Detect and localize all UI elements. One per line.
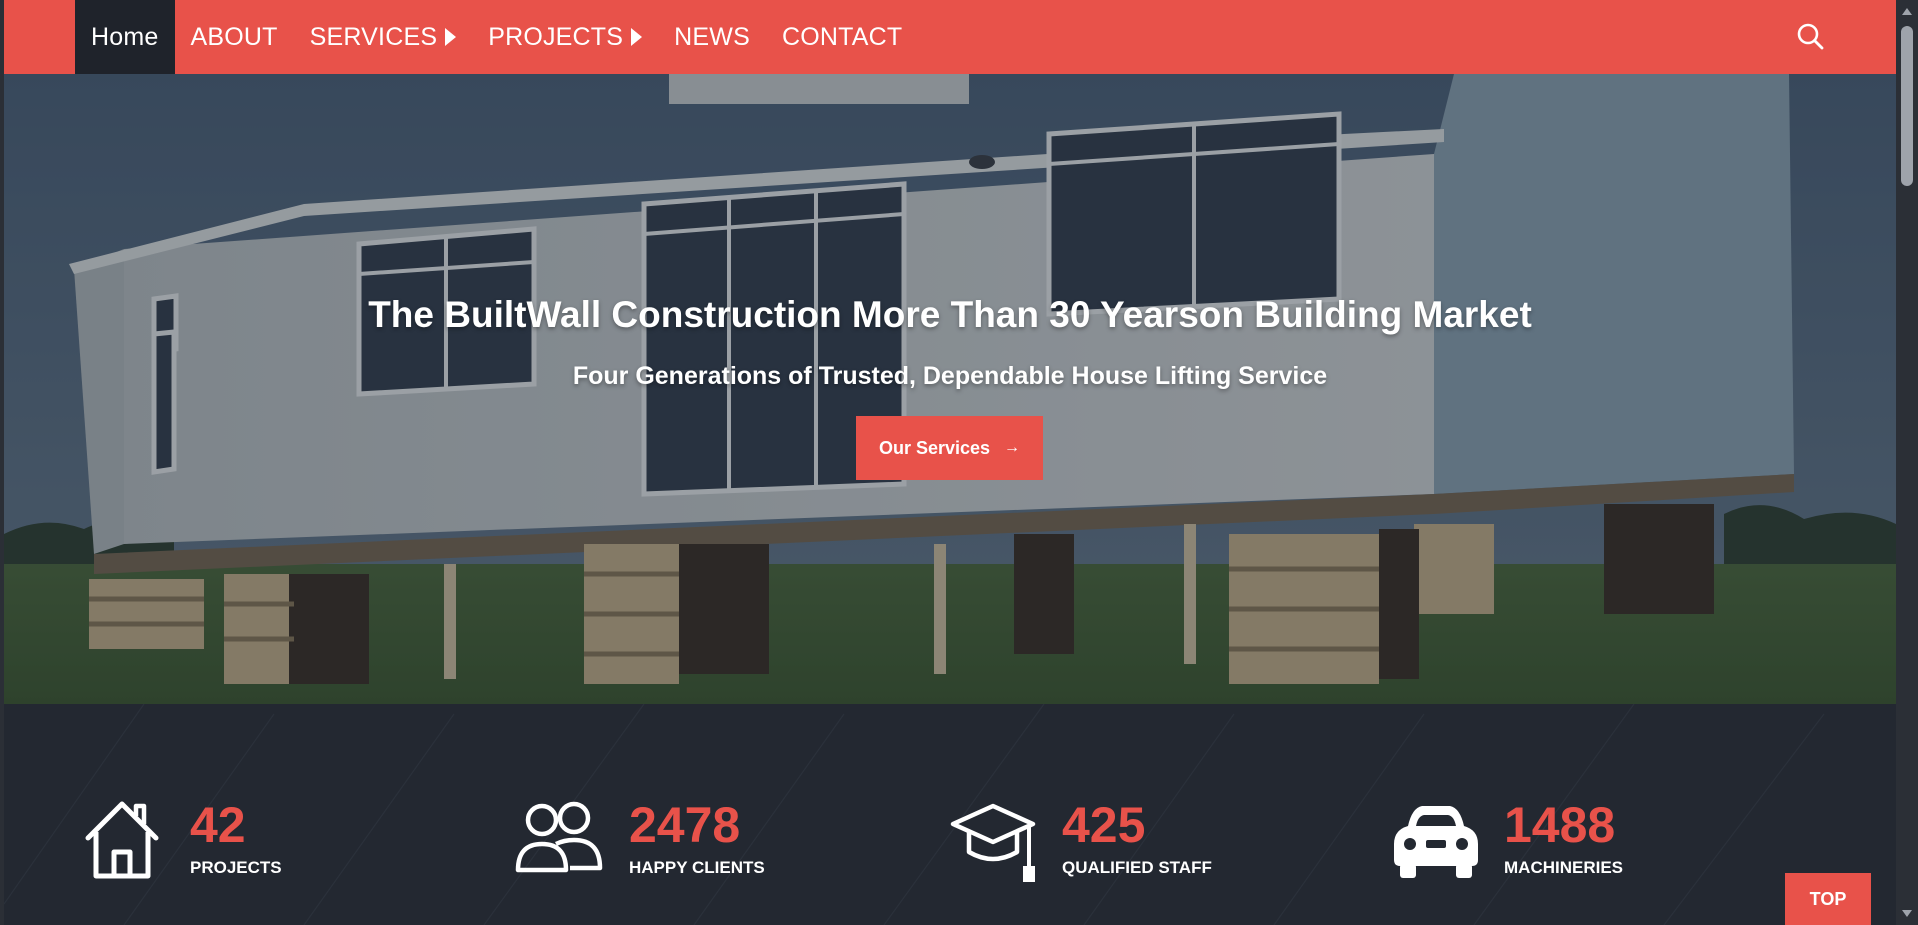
- main-navbar: Home ABOUT SERVICES PROJECTS NEWS CONTAC…: [4, 0, 1896, 74]
- nav-item-label: Home: [91, 22, 159, 51]
- nav-item-projects[interactable]: PROJECTS: [472, 0, 658, 74]
- stat-label: HAPPY CLIENTS: [629, 858, 765, 877]
- nav-item-label: ABOUT: [190, 22, 278, 51]
- our-services-label: Our Services: [878, 437, 991, 458]
- our-services-button[interactable]: Our Services →: [856, 416, 1043, 480]
- scrollbar-thumb[interactable]: [1901, 26, 1913, 186]
- stat-label: MACHINERIES: [1504, 858, 1624, 877]
- page: Home ABOUT SERVICES PROJECTS NEWS CONTAC…: [4, 0, 1896, 925]
- caret-right-icon: [631, 28, 643, 46]
- hero-banner: The BuiltWall Construction More Than 30 …: [4, 74, 1896, 704]
- caret-right-icon: [445, 28, 457, 46]
- nav-item-home[interactable]: Home: [75, 0, 175, 74]
- nav-item-services[interactable]: SERVICES: [294, 0, 473, 74]
- stat-number: 42: [190, 797, 246, 853]
- hero-title: The BuiltWall Construction More Than 30 …: [368, 294, 1532, 335]
- vertical-scrollbar[interactable]: [1896, 0, 1918, 925]
- nav-item-label: CONTACT: [781, 22, 903, 51]
- hero-subtitle: Four Generations of Trusted, Dependable …: [572, 362, 1328, 390]
- house-icon: [85, 801, 159, 879]
- nav-item-label: SERVICES: [309, 22, 438, 51]
- users-icon: [515, 801, 603, 873]
- nav-item-contact[interactable]: CONTACT: [766, 0, 918, 74]
- nav-menu: Home ABOUT SERVICES PROJECTS NEWS CONTAC…: [75, 0, 918, 74]
- back-to-top-button[interactable]: TOP: [1785, 873, 1871, 925]
- car-icon: [1394, 806, 1478, 878]
- stat-number: 2478: [629, 797, 741, 853]
- stat-label: QUALIFIED STAFF: [1062, 858, 1212, 877]
- stat-number: 1488: [1504, 797, 1616, 853]
- arrow-right-icon: →: [1004, 439, 1021, 456]
- stat-label: PROJECTS: [190, 858, 282, 877]
- scroll-up-arrow-icon[interactable]: [1902, 8, 1912, 15]
- stat-number: 425: [1062, 797, 1146, 853]
- back-to-top-label: TOP: [1809, 888, 1847, 909]
- nav-item-news[interactable]: NEWS: [658, 0, 766, 74]
- scroll-down-arrow-icon[interactable]: [1902, 910, 1912, 917]
- nav-item-label: NEWS: [674, 22, 750, 51]
- nav-item-label: PROJECTS: [488, 22, 624, 51]
- graduation-cap-icon: [950, 803, 1036, 882]
- browser-viewport: Home ABOUT SERVICES PROJECTS NEWS CONTAC…: [0, 0, 1918, 925]
- stats-section: 42 PROJECTS 2478 HAPPY CLIENTS 425 QUALI…: [4, 704, 1896, 925]
- nav-item-about[interactable]: ABOUT: [175, 0, 294, 74]
- search-icon[interactable]: [1794, 20, 1828, 54]
